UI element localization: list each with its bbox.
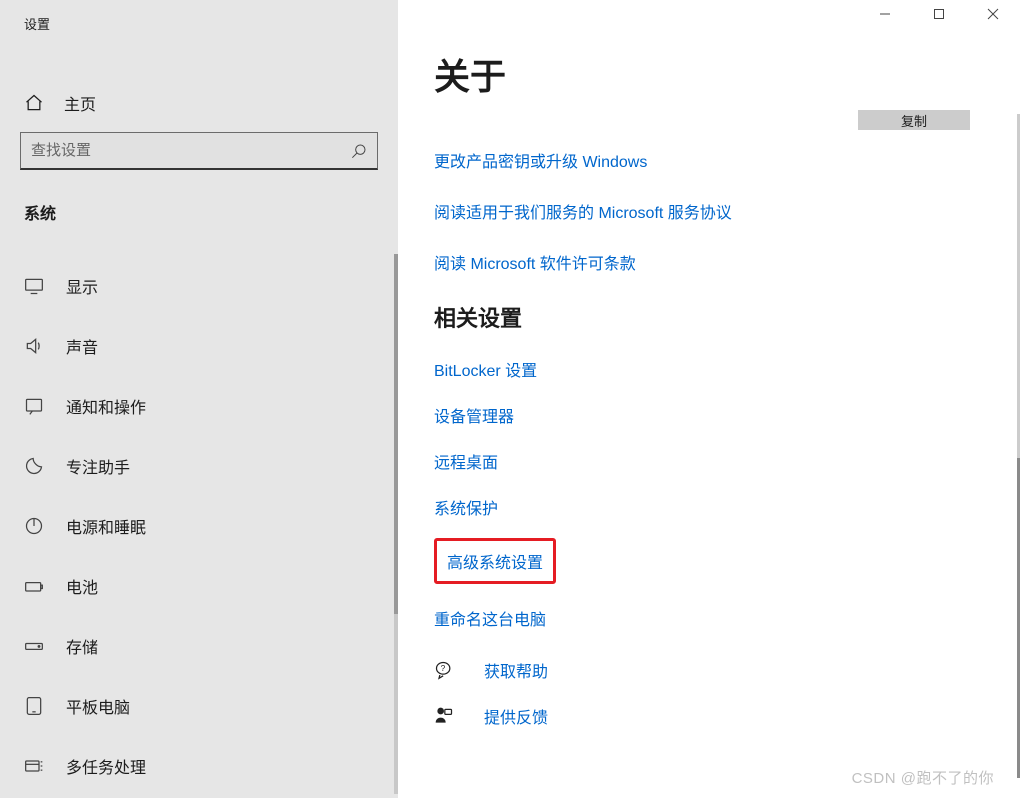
close-button[interactable]	[966, 0, 1020, 28]
tablet-icon	[24, 696, 44, 716]
search-input[interactable]	[31, 142, 351, 159]
help-label: 获取帮助	[484, 658, 548, 682]
sound-icon	[24, 336, 44, 356]
nav-item-notifications[interactable]: 通知和操作	[0, 376, 398, 436]
help-icon: ?	[434, 660, 454, 680]
search-icon	[351, 143, 367, 159]
link-bitlocker[interactable]: BitLocker 设置	[434, 357, 996, 381]
power-icon	[24, 516, 44, 536]
link-advanced-system-settings[interactable]: 高级系统设置	[434, 538, 556, 584]
home-button[interactable]: 主页	[0, 74, 398, 132]
section-heading: 系统	[0, 176, 398, 240]
nav-item-power[interactable]: 电源和睡眠	[0, 496, 398, 556]
nav-label: 存储	[66, 634, 98, 658]
display-icon	[24, 276, 44, 296]
copy-button[interactable]: 复制	[858, 110, 970, 130]
home-icon	[24, 93, 44, 113]
app-title: 设置	[0, 0, 398, 42]
nav-label: 专注助手	[66, 454, 130, 478]
nav-item-multitask[interactable]: 多任务处理	[0, 736, 398, 796]
nav-label: 平板电脑	[66, 694, 130, 718]
minimize-icon	[879, 8, 891, 20]
link-ms-license-terms[interactable]: 阅读 Microsoft 软件许可条款	[434, 250, 996, 274]
focus-icon	[24, 456, 44, 476]
feedback-row[interactable]: 提供反馈	[434, 704, 996, 728]
link-ms-services-agreement[interactable]: 阅读适用于我们服务的 Microsoft 服务协议	[434, 199, 996, 223]
nav-item-sound[interactable]: 声音	[0, 316, 398, 376]
nav-label: 电源和睡眠	[66, 514, 146, 538]
feedback-label: 提供反馈	[484, 704, 548, 728]
feedback-icon	[434, 706, 454, 726]
battery-icon	[24, 576, 44, 596]
home-label: 主页	[64, 91, 96, 115]
link-remote-desktop[interactable]: 远程桌面	[434, 449, 996, 473]
maximize-icon	[933, 8, 945, 20]
search-box[interactable]	[20, 132, 378, 170]
nav-label: 显示	[66, 274, 98, 298]
nav-label: 通知和操作	[66, 394, 146, 418]
minimize-button[interactable]	[858, 0, 912, 28]
close-icon	[987, 8, 999, 20]
link-system-protection[interactable]: 系统保护	[434, 495, 996, 519]
svg-text:?: ?	[441, 663, 446, 673]
page-title: 关于	[434, 48, 996, 100]
nav-label: 多任务处理	[66, 754, 146, 778]
nav-item-focus[interactable]: 专注助手	[0, 436, 398, 496]
maximize-button[interactable]	[912, 0, 966, 28]
notification-icon	[24, 396, 44, 416]
link-device-manager[interactable]: 设备管理器	[434, 403, 996, 427]
nav-label: 电池	[66, 574, 98, 598]
watermark: CSDN @跑不了的你	[852, 767, 994, 788]
link-change-product-key[interactable]: 更改产品密钥或升级 Windows	[434, 148, 996, 172]
nav-item-tablet[interactable]: 平板电脑	[0, 676, 398, 736]
get-help-row[interactable]: ? 获取帮助	[434, 658, 996, 682]
storage-icon	[24, 636, 44, 656]
nav-item-storage[interactable]: 存储	[0, 616, 398, 676]
nav-item-display[interactable]: 显示	[0, 256, 398, 316]
related-heading: 相关设置	[434, 301, 996, 333]
nav-item-battery[interactable]: 电池	[0, 556, 398, 616]
multitask-icon	[24, 756, 44, 776]
link-rename-pc[interactable]: 重命名这台电脑	[434, 606, 996, 630]
nav-label: 声音	[66, 334, 98, 358]
